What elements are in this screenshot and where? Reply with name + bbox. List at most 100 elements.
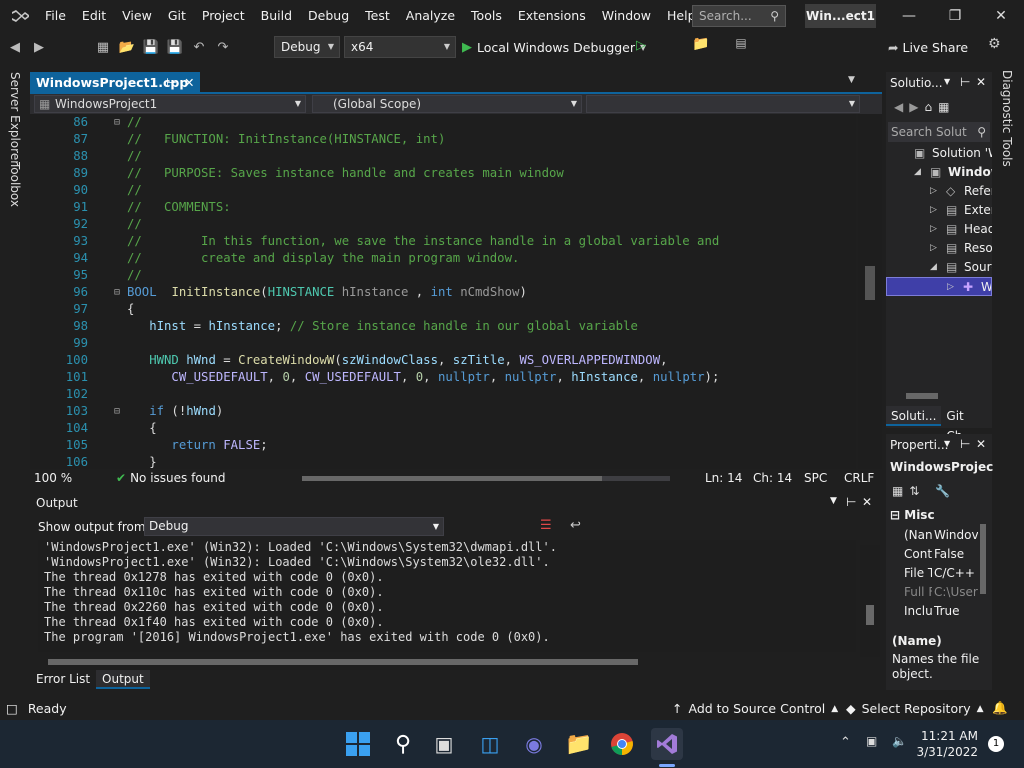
tree-item[interactable]: ▷ ▤ Heade [886, 220, 992, 239]
save-icon[interactable]: 💾 [140, 36, 162, 58]
layout-icon[interactable]: ▤ [730, 36, 752, 58]
configuration-dropdown[interactable]: Debug ▼ [274, 36, 340, 58]
zoom-level[interactable]: 100 % [34, 471, 72, 485]
add-to-source-control-button[interactable]: ↑ Add to Source Control ▲ [672, 701, 838, 716]
editor-horizontal-scrollbar[interactable] [302, 476, 670, 481]
output-text[interactable]: 'WindowsProject1.exe' (Win32): Loaded 'C… [38, 540, 856, 652]
clock[interactable]: 11:21 AM 3/31/2022 [914, 728, 978, 760]
issues-indicator[interactable]: ✔ No issues found [116, 471, 225, 485]
expand-arrow-icon[interactable]: ▷ [930, 201, 937, 220]
solution-horizontal-scrollbar[interactable] [890, 393, 986, 399]
save-all-icon[interactable]: 💾 [164, 36, 186, 58]
menu-edit[interactable]: Edit [74, 0, 114, 32]
tree-item[interactable]: ▷ ▤ Resour [886, 239, 992, 258]
expand-arrow-icon[interactable]: ▷ [947, 278, 954, 295]
search-icon[interactable]: ⚲ [387, 728, 419, 760]
back-icon[interactable]: ◀ [894, 100, 903, 114]
volume-icon[interactable]: 🔈 [892, 734, 907, 748]
code-line[interactable]: 102 [30, 386, 856, 403]
code-line[interactable]: 100 HWND hWnd = CreateWindowW(szWindowCl… [30, 352, 856, 369]
categorized-icon[interactable]: ▦ [892, 484, 903, 498]
menu-debug[interactable]: Debug [300, 0, 357, 32]
solution-search-input[interactable]: Search Solut ⚲ [888, 122, 990, 142]
property-row[interactable]: Cont False [886, 545, 978, 564]
category-misc[interactable]: ⊟ Misc [890, 508, 935, 522]
code-line[interactable]: 93 // In this function, we save the insta… [30, 233, 856, 250]
chevron-down-icon[interactable]: ▼ [944, 439, 950, 448]
redo-icon[interactable]: ↷ [212, 36, 234, 58]
panel-menu-icon[interactable]: ▼ [830, 496, 837, 506]
expand-arrow-icon[interactable]: ▷ [930, 239, 937, 258]
start-debugging-button[interactable]: ▶ Local Windows Debugger ▼ [462, 36, 646, 58]
pin-icon[interactable]: ⊢ [846, 495, 856, 509]
platform-dropdown[interactable]: x64 ▼ [344, 36, 456, 58]
code-line[interactable]: 89 // PURPOSE: Saves instance handle and … [30, 165, 856, 182]
file-explorer-icon[interactable]: 📁 [563, 728, 595, 760]
start-without-debugging-icon[interactable]: ▷ [636, 38, 646, 53]
tree-item[interactable]: ▣ Solution 'Win [886, 144, 992, 163]
line-endings[interactable]: CRLF [844, 471, 874, 485]
search-input[interactable]: Search... ⚲ [692, 5, 786, 27]
teams-chat-icon[interactable]: ◉ [518, 728, 550, 760]
property-row[interactable]: (Nan Windov [886, 526, 978, 545]
expand-arrow-icon[interactable]: ▷ [930, 220, 937, 239]
account-icon[interactable]: ⚙ [988, 36, 1001, 52]
scope-combo[interactable]: (Global Scope) ▼ [312, 95, 582, 113]
menu-extensions[interactable]: Extensions [510, 0, 594, 32]
tab-error-list[interactable]: Error List [30, 670, 96, 689]
tree-item[interactable]: ▷ ✚ Win [886, 277, 992, 296]
scroll-thumb[interactable] [865, 266, 875, 300]
close-panel-icon[interactable]: ✕ [976, 437, 986, 451]
toolbox-tab[interactable]: Toolbox [8, 162, 22, 207]
code-line[interactable]: 94 // create and display the main program… [30, 250, 856, 267]
tab-list-icon[interactable]: ▼ [848, 75, 855, 85]
whitespace-mode[interactable]: SPC [804, 471, 827, 485]
tree-item[interactable]: ▷ ◇ Referen [886, 182, 992, 201]
network-icon[interactable]: ▣ [866, 734, 877, 748]
menu-build[interactable]: Build [253, 0, 300, 32]
code-line[interactable]: 97 { [30, 301, 856, 318]
code-line[interactable]: 103 if (!hWnd) ⊟ [30, 403, 856, 420]
pin-icon[interactable]: ⊢ [960, 437, 970, 451]
menu-file[interactable]: File [37, 0, 74, 32]
fold-icon[interactable]: ⊟ [114, 114, 120, 131]
select-repository-button[interactable]: ◆ Select Repository ▲ [846, 701, 984, 716]
task-view-icon[interactable]: ▣ [428, 728, 460, 760]
menu-tools[interactable]: Tools [463, 0, 510, 32]
code-line[interactable]: 87 // FUNCTION: InitInstance(HINSTANCE, i… [30, 131, 856, 148]
diagnostic-tools-tab[interactable]: Diagnostic Tools [1000, 70, 1014, 167]
show-hidden-icons-icon[interactable]: ⌃ [840, 735, 851, 750]
output-horizontal-scrollbar[interactable] [38, 657, 856, 667]
home-icon[interactable]: ⌂ [924, 100, 932, 114]
output-vertical-scrollbar[interactable] [860, 545, 880, 657]
code-line[interactable]: 90 // [30, 182, 856, 199]
close-panel-icon[interactable]: ✕ [862, 495, 872, 509]
close-tab-icon[interactable]: ✕ [184, 72, 194, 94]
alphabetical-icon[interactable]: ⇅ [909, 484, 919, 498]
code-line[interactable]: 86 // ⊟ [30, 114, 856, 131]
tab-git-changes[interactable]: Git Ch... [941, 406, 992, 443]
notifications-icon[interactable]: 🔔 [992, 700, 1008, 716]
tab-windowsproject1-cpp[interactable]: WindowsProject1.cpp ⊢ ✕ [30, 72, 200, 94]
code-line[interactable]: 105 return FALSE; [30, 437, 856, 454]
code-line[interactable]: 91 // COMMENTS: [30, 199, 856, 216]
fold-icon[interactable]: ⊟ [114, 403, 120, 420]
start-icon[interactable] [342, 728, 374, 760]
word-wrap-icon[interactable]: ↩ [570, 518, 581, 533]
notification-count-badge[interactable]: 1 [988, 736, 1004, 752]
tree-item[interactable]: ▷ ▤ Externa [886, 201, 992, 220]
tab-output[interactable]: Output [96, 670, 150, 689]
member-combo[interactable]: ▼ [586, 95, 860, 113]
forward-icon[interactable]: ▶ [909, 100, 918, 114]
code-line[interactable]: 95 // [30, 267, 856, 284]
expand-arrow-icon[interactable]: ▷ [930, 182, 937, 201]
property-row[interactable]: Inclu True [886, 602, 978, 621]
chrome-icon[interactable] [606, 728, 638, 760]
code-line[interactable]: 106 } [30, 454, 856, 469]
server-explorer-tab[interactable]: Server Explorer [8, 72, 22, 165]
editor-vertical-scrollbar[interactable] [858, 114, 882, 469]
code-editor[interactable]: 86 // ⊟ 87 // FUNCTION: InitInstance(HINSTAN… [30, 114, 856, 469]
forward-icon[interactable]: ▶ [28, 36, 50, 58]
code-line[interactable]: 88 // [30, 148, 856, 165]
code-line[interactable]: 99 [30, 335, 856, 352]
